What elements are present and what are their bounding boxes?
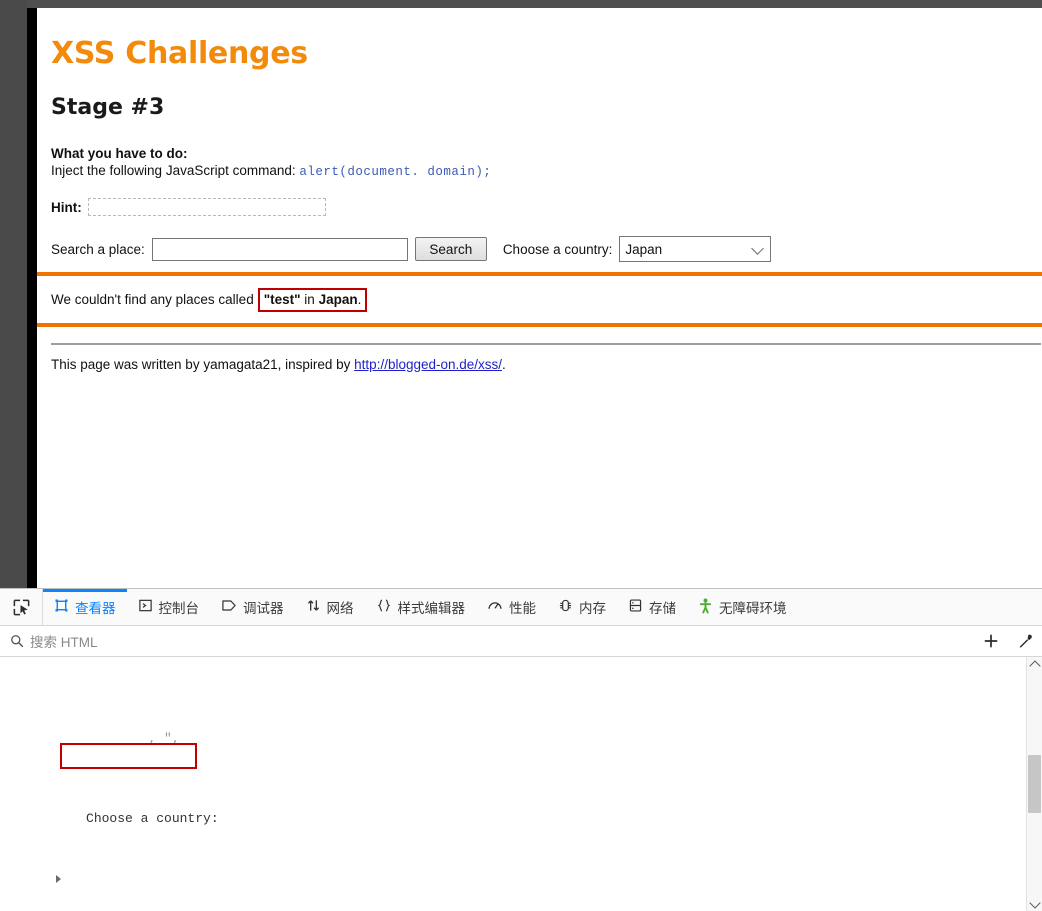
eyedropper-icon[interactable]: [1008, 633, 1042, 650]
network-icon: [306, 598, 321, 616]
scrollbar-thumb[interactable]: [1028, 755, 1041, 813]
hint-box: [87, 198, 326, 216]
dom-line-select[interactable]: <select name="p2">…</select>: [0, 869, 1032, 889]
tab-style-editor[interactable]: 样式编辑器: [365, 589, 477, 625]
country-selected-value: Japan: [625, 241, 663, 257]
search-place-label: Search a place:: [51, 241, 145, 257]
credit-link[interactable]: http://blogged-on.de/xss/: [354, 357, 502, 372]
tab-accessibility-label: 无障碍环境: [719, 601, 787, 616]
tab-network-label: 网络: [326, 601, 354, 616]
search-input[interactable]: [151, 237, 408, 261]
tab-console[interactable]: 控制台: [127, 589, 211, 625]
tab-inspector-label: 查看器: [75, 601, 116, 616]
scroll-up-arrow-icon[interactable]: [1027, 657, 1042, 672]
browser-top-chrome: [0, 0, 1042, 8]
dom-tree-scrollbar[interactable]: [1026, 657, 1042, 911]
tab-memory-label: 内存: [579, 601, 606, 616]
memory-icon: [558, 598, 573, 616]
search-form: Search a place: Search Choose a country:…: [51, 236, 1042, 262]
search-html-placeholder: 搜索 HTML: [30, 635, 98, 650]
divider-orange-top: [37, 272, 1042, 276]
storage-icon: [628, 598, 643, 616]
tab-memory[interactable]: 内存: [547, 589, 617, 625]
result-country: Japan: [318, 292, 358, 307]
devtools-html-search-bar[interactable]: 搜索 HTML: [0, 626, 1042, 657]
plus-icon[interactable]: [974, 633, 1008, 649]
credit-before: This page was written by yamagata21, ins…: [51, 356, 351, 372]
result-message: We couldn't find any places called "test…: [51, 288, 1042, 312]
browser-left-chrome: [0, 0, 27, 588]
stage-heading: Stage #3: [51, 95, 165, 120]
result-in: in: [304, 292, 315, 307]
performance-icon: [487, 598, 503, 616]
dom-clipped-text: , ",: [86, 731, 180, 746]
tab-storage-label: 存储: [649, 601, 676, 616]
expand-twisty-icon[interactable]: [56, 875, 61, 883]
tab-performance[interactable]: 性能: [476, 589, 547, 625]
credit-after: .: [502, 356, 506, 372]
todo-text: Inject the following JavaScript command:…: [51, 163, 1042, 179]
tab-accessibility[interactable]: 无障碍环境: [687, 589, 798, 625]
element-picker-icon[interactable]: [0, 589, 43, 625]
tab-debugger-label: 调试器: [243, 601, 284, 616]
accessibility-icon: [698, 598, 713, 617]
result-term: "test": [263, 292, 301, 307]
dom-line-clipped[interactable]: , ",: [0, 709, 1032, 746]
result-highlight-box: "test" in Japan.: [257, 288, 368, 312]
console-icon: [138, 598, 153, 616]
tab-debugger[interactable]: 调试器: [210, 589, 295, 625]
search-button[interactable]: Search: [414, 237, 487, 261]
hint-row: Hint:: [51, 198, 1042, 216]
inspector-icon: [54, 598, 69, 616]
dom-tree-panel[interactable]: , ", Choose a country: <select name="p2"…: [0, 657, 1042, 911]
browser-left-edge: [27, 8, 37, 588]
devtools-panel: 查看器 控制台 调试器 网络 样式编辑器 性能 内存 存储 无障碍环境 搜索 H…: [0, 588, 1042, 911]
result-period: .: [357, 292, 362, 307]
result-prefix: We couldn't find any places called: [51, 292, 254, 308]
credit-line: This page was written by yamagata21, ins…: [51, 357, 1042, 372]
tab-console-label: 控制台: [158, 601, 200, 616]
screen: XSS Challenges Stage #3 What you have to…: [0, 0, 1042, 911]
tab-style-editor-label: 样式编辑器: [397, 601, 466, 616]
chevron-down-icon: [751, 242, 765, 255]
tab-inspector[interactable]: 查看器: [43, 589, 127, 625]
tab-performance-label: 性能: [509, 601, 536, 616]
style-editor-icon: [376, 598, 392, 616]
todo-heading: What you have to do:: [51, 146, 188, 161]
dom-line-text-choose[interactable]: Choose a country:: [0, 789, 1032, 826]
dom-text-choose-country: Choose a country:: [86, 811, 219, 826]
devtools-tabs: 查看器 控制台 调试器 网络 样式编辑器 性能 内存 存储 无障碍环境: [43, 589, 798, 625]
debugger-icon: [221, 598, 237, 616]
devtools-toolbar: 查看器 控制台 调试器 网络 样式编辑器 性能 内存 存储 无障碍环境: [0, 589, 1042, 626]
todo-instruction: Inject the following JavaScript command:: [51, 163, 296, 178]
hint-label: Hint:: [51, 199, 82, 215]
dom-tree: , ", Choose a country: <select name="p2"…: [0, 657, 1032, 911]
country-label: Choose a country:: [502, 241, 613, 257]
page-title: XSS Challenges: [51, 36, 308, 71]
country-select[interactable]: Japan: [619, 236, 772, 262]
divider-grey: [51, 342, 1041, 345]
todo-code: alert(document. domain);: [299, 165, 492, 179]
divider-orange-bottom: [37, 322, 1042, 327]
tab-network[interactable]: 网络: [295, 589, 365, 625]
search-icon: [10, 634, 24, 648]
tab-storage[interactable]: 存储: [617, 589, 687, 625]
scroll-down-arrow-icon[interactable]: [1027, 897, 1042, 911]
page-viewport: XSS Challenges Stage #3 What you have to…: [37, 8, 1042, 588]
